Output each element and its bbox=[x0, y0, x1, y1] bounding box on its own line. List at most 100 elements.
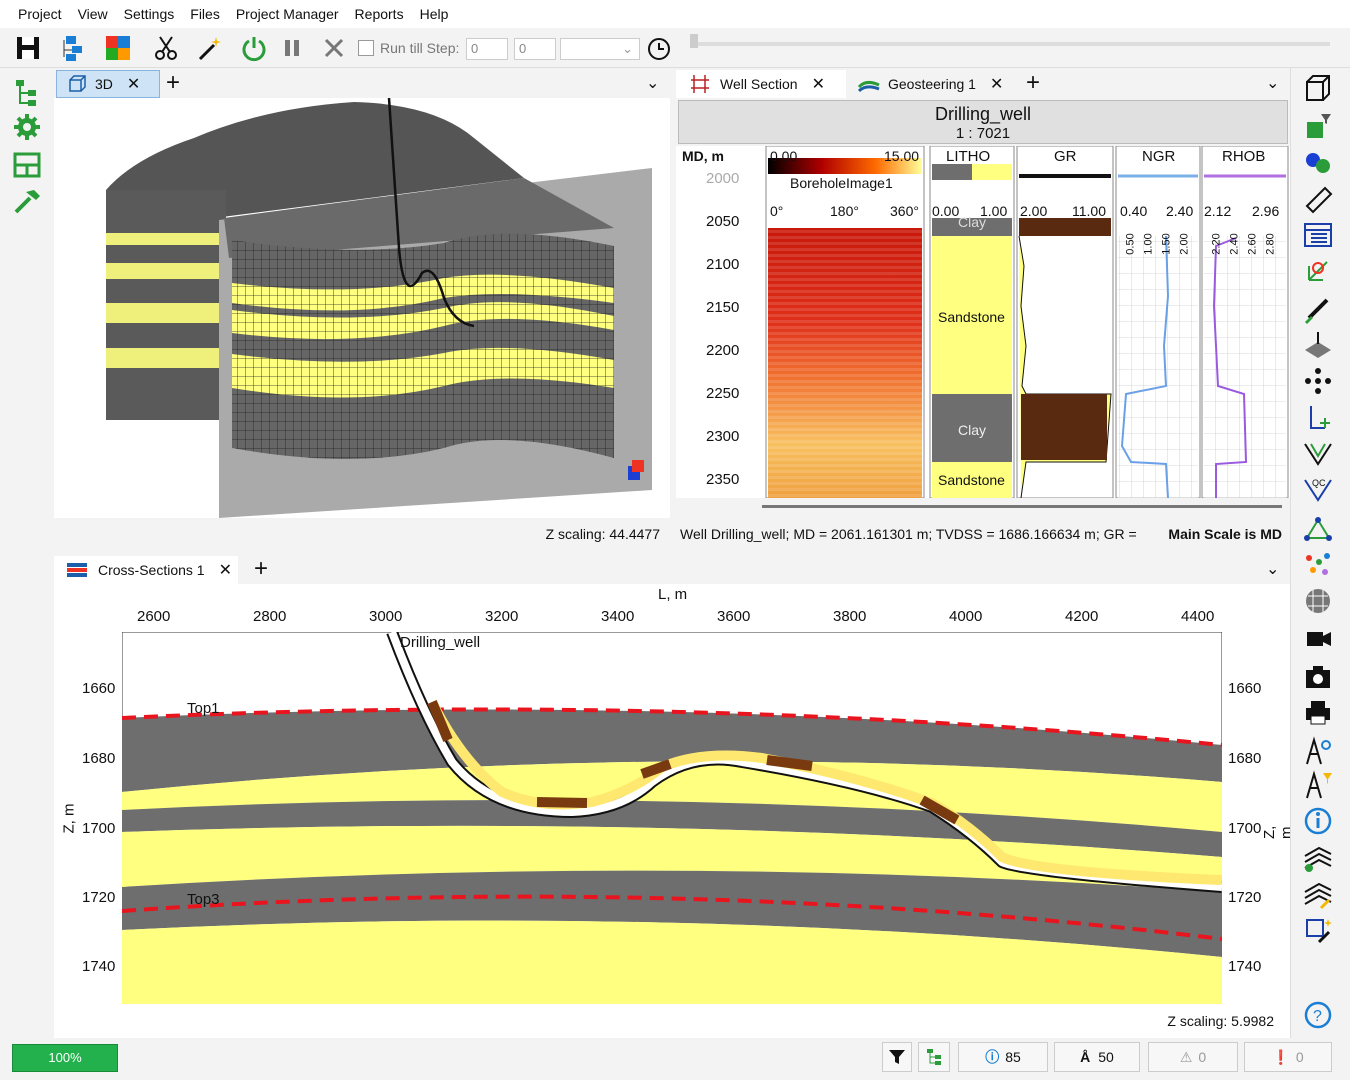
save-icon[interactable] bbox=[12, 32, 44, 64]
layout-icon[interactable] bbox=[12, 150, 42, 180]
y-tick-right: 1680 bbox=[1228, 750, 1262, 767]
chevron-down-icon[interactable]: ⌄ bbox=[646, 73, 659, 93]
help-icon[interactable]: ? bbox=[1303, 1000, 1333, 1030]
cube-outline-icon[interactable] bbox=[1303, 74, 1333, 104]
top3-label: Top3 bbox=[187, 891, 220, 908]
tabbar-3d: 3D ✕ + ⌄ bbox=[54, 68, 670, 98]
magic-wand-icon[interactable] bbox=[194, 32, 226, 64]
svg-text:?: ? bbox=[1313, 1008, 1322, 1025]
cube-filter-icon[interactable] bbox=[1303, 112, 1333, 142]
close-icon[interactable]: ✕ bbox=[219, 560, 232, 580]
viewport-3d[interactable]: Z scaling: 44.4477 bbox=[54, 97, 670, 542]
top1-label: Top1 bbox=[187, 700, 220, 717]
x-tick: 4200 bbox=[1065, 608, 1099, 625]
table-icon[interactable] bbox=[1303, 220, 1333, 250]
y-tick-right: 1720 bbox=[1228, 889, 1262, 906]
brush-icon[interactable] bbox=[1303, 294, 1333, 324]
add-tab-icon[interactable]: + bbox=[254, 557, 268, 581]
step-b-spinner[interactable]: 0 bbox=[514, 38, 556, 60]
printer-icon[interactable] bbox=[1303, 698, 1333, 728]
gr-max: 11.00 bbox=[1072, 203, 1106, 219]
rhob-tick: 2.40 bbox=[1228, 233, 1241, 255]
run-till-step-checkbox[interactable] bbox=[358, 40, 374, 56]
ruler-icon[interactable] bbox=[1303, 184, 1333, 214]
close-icon[interactable]: ✕ bbox=[127, 74, 140, 94]
chevron-down-icon: ⌄ bbox=[622, 41, 633, 56]
coordinates-icon[interactable] bbox=[1303, 256, 1333, 286]
md-tick: 2000 bbox=[706, 170, 740, 187]
bodies-icon[interactable] bbox=[1303, 148, 1333, 178]
well-section-view[interactable]: Drilling_well 1 : 7021 MD, m 0.00 15.00 … bbox=[676, 98, 1290, 548]
seismic-edit-icon[interactable] bbox=[1303, 880, 1333, 910]
add-tab-icon[interactable]: + bbox=[1026, 71, 1040, 95]
scissors-icon[interactable] bbox=[150, 32, 182, 64]
step-combo[interactable]: ⌄ bbox=[560, 38, 640, 60]
history-icon[interactable] bbox=[644, 32, 676, 64]
progress-slider[interactable] bbox=[690, 42, 1330, 46]
tab-geosteering[interactable]: Geosteering 1 ✕ bbox=[848, 70, 1008, 98]
x-tick: 4000 bbox=[949, 608, 983, 625]
qc-icon[interactable]: QC bbox=[1303, 474, 1333, 504]
slider-handle[interactable] bbox=[690, 34, 698, 48]
error-count-button[interactable]: ❗ 0 bbox=[1244, 1042, 1332, 1072]
mesh-icon[interactable] bbox=[1303, 586, 1333, 616]
step-a-spinner[interactable]: 0 bbox=[466, 38, 508, 60]
auto-icon[interactable] bbox=[1303, 916, 1333, 946]
menu-project[interactable]: Project bbox=[10, 0, 70, 28]
info-icon[interactable] bbox=[1303, 806, 1333, 836]
md-tick: 2250 bbox=[706, 385, 740, 402]
tree-button[interactable] bbox=[918, 1042, 950, 1072]
surface-icon[interactable] bbox=[1303, 330, 1333, 360]
warning-count-button[interactable]: ⚠ 0 bbox=[1148, 1042, 1238, 1072]
menu-reports[interactable]: Reports bbox=[347, 0, 412, 28]
tree-icon bbox=[927, 1049, 941, 1065]
menu-help[interactable]: Help bbox=[412, 0, 457, 28]
tab-3d[interactable]: 3D ✕ bbox=[56, 70, 160, 98]
menu-settings[interactable]: Settings bbox=[116, 0, 183, 28]
x-tick: 2600 bbox=[137, 608, 171, 625]
add-tab-icon[interactable]: + bbox=[166, 71, 180, 95]
triangle-icon[interactable] bbox=[1303, 514, 1333, 544]
rhob-max: 2.96 bbox=[1252, 203, 1280, 219]
fault-icon[interactable] bbox=[1303, 438, 1333, 468]
close-icon[interactable]: ✕ bbox=[990, 74, 1003, 94]
close-icon[interactable]: ✕ bbox=[812, 74, 825, 94]
y-tick-right: 1660 bbox=[1228, 680, 1262, 697]
video-icon[interactable] bbox=[1303, 624, 1333, 654]
cross-section-view[interactable]: L, m Z, m Z, m 2600 2800 3000 3200 3400 … bbox=[54, 584, 1295, 1038]
gear-icon[interactable] bbox=[12, 112, 42, 142]
puzzle-icon[interactable] bbox=[102, 32, 134, 64]
x-tick: 3600 bbox=[717, 608, 751, 625]
points-icon[interactable] bbox=[1303, 366, 1333, 396]
tree-icon[interactable] bbox=[12, 78, 42, 108]
well-search-icon[interactable] bbox=[1303, 736, 1333, 766]
filter-button[interactable] bbox=[882, 1042, 912, 1072]
tab-well-section[interactable]: Well Section ✕ bbox=[676, 70, 846, 98]
chevron-down-icon[interactable]: ⌄ bbox=[1266, 73, 1279, 93]
left-sidebar bbox=[0, 68, 54, 1018]
camera-icon[interactable] bbox=[1303, 662, 1333, 692]
y-tick: 1720 bbox=[82, 889, 116, 906]
info-count-button[interactable]: ⓘ 85 bbox=[958, 1042, 1048, 1072]
well-count-button[interactable]: Å 50 bbox=[1054, 1042, 1140, 1072]
chevron-down-icon[interactable]: ⌄ bbox=[1266, 559, 1279, 579]
stop-icon[interactable] bbox=[318, 32, 350, 64]
workflow-icon[interactable] bbox=[58, 32, 90, 64]
svg-text:QC: QC bbox=[1312, 478, 1326, 488]
menu-view[interactable]: View bbox=[70, 0, 116, 28]
image-max: 15.00 bbox=[884, 148, 920, 164]
pause-icon[interactable] bbox=[276, 32, 308, 64]
menu-project-manager[interactable]: Project Manager bbox=[228, 0, 347, 28]
run-icon[interactable] bbox=[238, 32, 270, 64]
well-filter-icon[interactable] bbox=[1303, 770, 1333, 800]
scatter-icon[interactable] bbox=[1303, 550, 1333, 580]
seismic-icon[interactable] bbox=[1303, 844, 1333, 874]
hammer-icon[interactable] bbox=[12, 186, 42, 216]
menu-files[interactable]: Files bbox=[182, 0, 228, 28]
tab-cross-sections[interactable]: Cross-Sections 1 ✕ bbox=[54, 556, 238, 584]
add-well-icon[interactable] bbox=[1303, 402, 1333, 432]
horizontal-scrollbar[interactable] bbox=[762, 505, 1282, 508]
rhob-tick-labels: 2.20 2.40 2.60 2.80 bbox=[1211, 220, 1292, 255]
warning-icon: ⚠ bbox=[1179, 1048, 1193, 1065]
well-section-icon bbox=[691, 75, 709, 93]
